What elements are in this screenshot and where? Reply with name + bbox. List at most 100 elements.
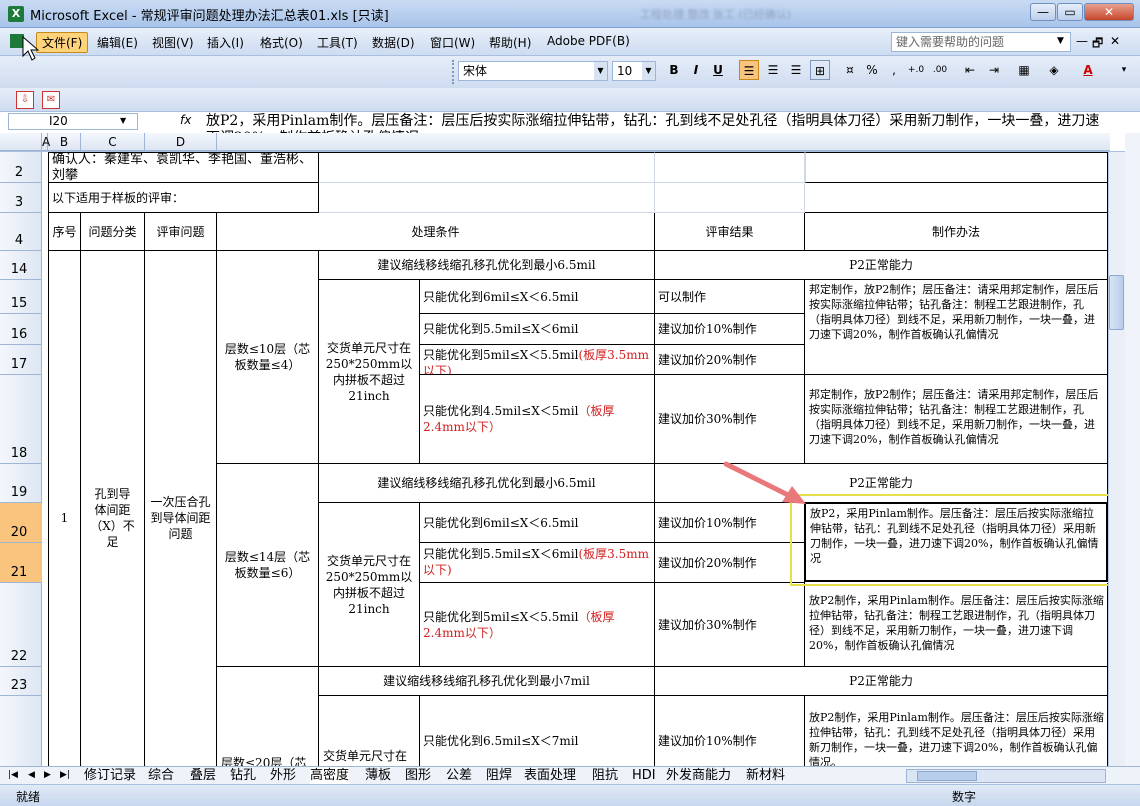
chevron-down-icon[interactable]: ▼: [642, 62, 655, 80]
header-condition[interactable]: 处理条件: [217, 213, 655, 251]
vertical-scrollbar[interactable]: [1108, 152, 1125, 766]
empty-cell[interactable]: [319, 152, 655, 183]
suggest-cell[interactable]: 建议缩线移线缩孔移孔优化到最小7mil: [319, 667, 655, 696]
increase-indent-icon[interactable]: ⇥: [984, 60, 1004, 80]
minimize-button[interactable]: —: [1030, 3, 1056, 21]
menu-window[interactable]: 窗口(W): [430, 34, 475, 51]
method-cell[interactable]: 邦定制作，放P2制作；层压备注：请采用邦定制作，层压后按实际涨缩拉伸钻带；钻孔备…: [805, 375, 1108, 464]
p2-cell[interactable]: P2正常能力: [655, 667, 1108, 696]
suggest-cell[interactable]: 建议缩线移线缩孔移孔优化到最小6.5mil: [319, 251, 655, 280]
tab-stackup[interactable]: 叠层: [190, 767, 216, 784]
row-header[interactable]: 14: [0, 251, 42, 280]
row-header[interactable]: 2: [0, 152, 42, 183]
comma-button[interactable]: ,: [884, 60, 904, 80]
column-header-c[interactable]: C: [81, 133, 145, 151]
close-button[interactable]: ✕: [1084, 3, 1134, 21]
layer-cell[interactable]: 层数≤10层（芯板数量≤4）: [217, 251, 319, 464]
result-cell[interactable]: 可以制作: [655, 280, 805, 314]
seq-cell[interactable]: 1: [48, 251, 81, 766]
method-cell[interactable]: 放P2制作，采用Pinlam制作。层压备注：层压后按实际涨缩拉伸钻带，钻孔：孔到…: [805, 696, 1108, 766]
unit-condition-cell[interactable]: 交货单元尺寸在250*250mm以内拼板不超过21inch: [319, 503, 420, 667]
method-cell[interactable]: 邦定制作，放P2制作；层压备注：请采用邦定制作，层压后按实际涨缩拉伸钻带；钻孔备…: [805, 280, 1108, 375]
option-cell[interactable]: 只能优化到6.5mil≤X＜7mil: [420, 696, 655, 766]
row-header-selected[interactable]: 20: [0, 503, 42, 543]
applies-cell[interactable]: 以下适用于样板的评审：: [48, 183, 319, 213]
header-method[interactable]: 制作办法: [805, 213, 1108, 251]
empty-cell[interactable]: [805, 183, 1108, 213]
option-cell[interactable]: 只能优化到5mil≤X＜5.5mil（板厚2.4mm以下）: [420, 583, 655, 667]
row-header[interactable]: 17: [0, 345, 42, 375]
tab-drilling[interactable]: 钻孔: [230, 767, 256, 784]
restore-button[interactable]: ▭: [1057, 3, 1083, 21]
horizontal-scroll-thumb[interactable]: [917, 771, 977, 781]
row-header[interactable]: 16: [0, 314, 42, 345]
layer-cell[interactable]: 层数≤20层（芯板: [217, 667, 319, 766]
pdf-attach-icon[interactable]: ✉: [42, 91, 60, 109]
namebox-dropdown-icon[interactable]: ▼: [120, 116, 126, 125]
result-cell[interactable]: 建议加价30%制作: [655, 583, 805, 667]
menu-edit[interactable]: 编辑(E): [97, 34, 138, 51]
result-cell[interactable]: 建议加价10%制作: [655, 696, 805, 766]
menu-view[interactable]: 视图(V): [152, 34, 194, 51]
tab-tolerance[interactable]: 公差: [446, 767, 472, 784]
fx-icon[interactable]: fx: [180, 113, 191, 127]
tab-impedance[interactable]: 阻抗: [592, 767, 618, 784]
suggest-cell[interactable]: 建议缩线移线缩孔移孔优化到最小6.5mil: [319, 464, 655, 503]
tab-outsource[interactable]: 外发商能力: [666, 767, 731, 784]
doc-close-button[interactable]: ✕: [1110, 34, 1120, 48]
horizontal-scrollbar[interactable]: [906, 769, 1106, 783]
tab-solder-mask[interactable]: 阻焊: [486, 767, 512, 784]
tab-general[interactable]: 综合: [148, 767, 174, 784]
layer-cell[interactable]: 层数≤14层（芯板数量≤6）: [217, 464, 319, 667]
tab-pattern[interactable]: 图形: [405, 767, 431, 784]
menu-adobe-pdf[interactable]: Adobe PDF(B): [547, 34, 630, 48]
pdf-convert-icon[interactable]: ⇩: [16, 91, 34, 109]
menu-insert[interactable]: 插入(I): [207, 34, 244, 51]
column-header-b[interactable]: B: [48, 133, 81, 151]
toolbar-options-icon[interactable]: ▾: [1114, 60, 1134, 80]
currency-icon[interactable]: ¤: [840, 60, 860, 80]
tab-revision[interactable]: 修订记录: [84, 767, 136, 784]
align-left-icon[interactable]: ☰: [739, 60, 759, 80]
empty-cell[interactable]: [655, 152, 805, 183]
method-cell[interactable]: 放P2制作，采用Pinlam制作。层压备注：层压后按实际涨缩拉伸钻带，钻孔备注：…: [805, 583, 1108, 667]
empty-cell[interactable]: [319, 183, 655, 213]
menu-file[interactable]: 文件(F): [36, 32, 89, 53]
next-sheet-icon[interactable]: ▶: [44, 767, 51, 784]
italic-button[interactable]: I: [686, 60, 706, 80]
empty-cell[interactable]: [655, 183, 805, 213]
decrease-decimal-button[interactable]: .00: [930, 60, 950, 80]
category-cell[interactable]: 孔到导体间距（X）不足: [81, 251, 145, 766]
doc-restore-button[interactable]: 🗗: [1092, 34, 1103, 55]
align-right-icon[interactable]: ☰: [786, 60, 806, 80]
row-header[interactable]: 15: [0, 280, 42, 314]
decrease-indent-icon[interactable]: ⇤: [960, 60, 980, 80]
tab-outline[interactable]: 外形: [270, 767, 296, 784]
option-cell[interactable]: 只能优化到5mil≤X＜5.5mil(板厚3.5mm以下): [420, 345, 655, 375]
tab-new-material[interactable]: 新材料: [746, 767, 785, 784]
name-box[interactable]: I20: [8, 113, 138, 130]
font-color-button[interactable]: A: [1078, 60, 1098, 80]
row-header[interactable]: 23: [0, 667, 42, 696]
tab-hdi[interactable]: HDI: [632, 767, 656, 784]
row-header-selected[interactable]: 21: [0, 543, 42, 583]
bold-button[interactable]: B: [664, 60, 684, 80]
option-cell[interactable]: 只能优化到5.5mil≤X＜6mil(板厚3.5mm以下): [420, 543, 655, 583]
tab-surface[interactable]: 表面处理: [524, 767, 576, 784]
row-header[interactable]: 3: [0, 183, 42, 213]
column-header-d[interactable]: D: [145, 133, 217, 151]
result-cell[interactable]: 建议加价30%制作: [655, 375, 805, 464]
merge-center-icon[interactable]: ⊞: [810, 60, 830, 80]
header-seq[interactable]: 序号: [48, 213, 81, 251]
last-sheet-icon[interactable]: ▶|: [60, 767, 70, 784]
font-name-select[interactable]: 宋体 ▼: [458, 61, 608, 81]
confirm-cell[interactable]: 确认人：秦建军、袁凯华、李艳国、董浩彬、刘攀: [48, 152, 319, 183]
unit-condition-cell[interactable]: 交货单元尺寸在: [319, 696, 420, 766]
header-category[interactable]: 问题分类: [81, 213, 145, 251]
doc-minimize-button[interactable]: —: [1076, 34, 1088, 48]
vertical-scroll-thumb[interactable]: [1109, 275, 1124, 330]
row-header[interactable]: 18: [0, 375, 42, 464]
prev-sheet-icon[interactable]: ◀: [28, 767, 35, 784]
help-search-input[interactable]: 键入需要帮助的问题: [891, 32, 1071, 52]
option-cell[interactable]: 只能优化到6mil≤X＜6.5mil: [420, 280, 655, 314]
